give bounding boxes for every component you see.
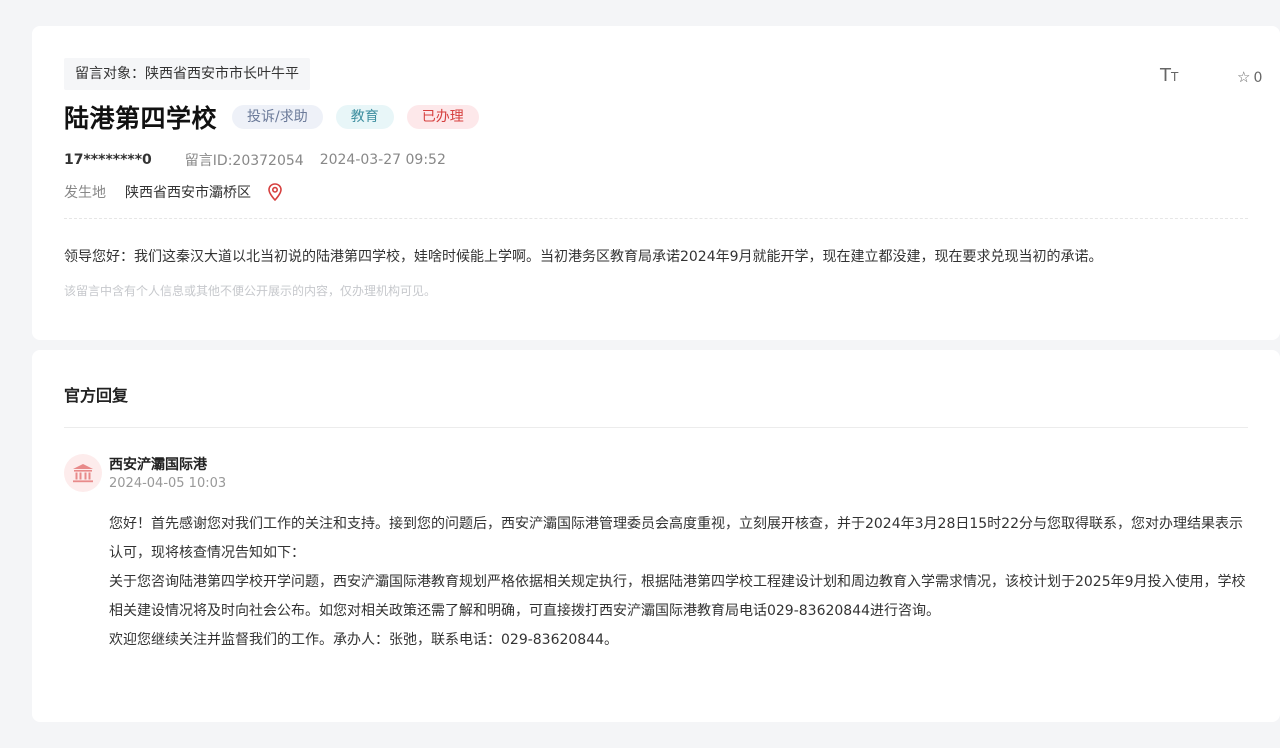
reply-org-name: 西安浐灞国际港 (109, 457, 207, 473)
reply-paragraph: 您好！首先感谢您对我们工作的关注和支持。接到您的问题后，西安浐灞国际港管理委员会… (109, 516, 1243, 561)
type-badge: 投诉/求助 (232, 105, 323, 129)
government-building-icon (73, 464, 93, 483)
font-size-icon[interactable]: TT (1160, 66, 1178, 87)
message-time: 2024-03-27 09:52 (319, 152, 446, 168)
avatar (64, 454, 102, 492)
message-id: 留言ID:20372054 (184, 153, 304, 169)
favorite-count: 0 (1253, 70, 1263, 86)
star-icon: ☆ (1237, 68, 1251, 86)
location-row: 发生地 陕西省西安市灞桥区 (64, 182, 283, 202)
privacy-notice: 该留言中含有个人信息或其他不便公开展示的内容，仅办理机构可见。 (64, 284, 437, 298)
reply-time: 2024-04-05 10:03 (109, 476, 227, 491)
toolbar: TT ☆ 0 (1080, 66, 1280, 90)
title-row: 陆港第四学校 投诉/求助 教育 已办理 (64, 100, 492, 134)
reply-paragraph: 欢迎您继续关注并监督我们的工作。承办人：张弛，联系电话：029-83620844… (109, 632, 619, 648)
meta-row: 17********0 留言ID:20372054 2024-03-27 09:… (64, 150, 446, 170)
divider (64, 427, 1248, 428)
reply-body: 您好！首先感谢您对我们工作的关注和支持。接到您的问题后，西安浐灞国际港管理委员会… (109, 510, 1249, 655)
message-card: 留言对象：陕西省西安市市长叶牛平 TT ☆ 0 陆港第四学校 投诉/求助 教育 已… (32, 26, 1280, 340)
reply-paragraph: 关于您咨询陆港第四学校开学问题，西安浐灞国际港教育规划严格依据相关规定执行，根据… (109, 574, 1246, 619)
status-badge: 已办理 (406, 105, 479, 129)
favorite-button[interactable]: ☆ 0 (1237, 67, 1262, 88)
message-target-tag: 留言对象：陕西省西安市市长叶牛平 (64, 58, 310, 90)
divider (64, 218, 1248, 219)
reply-card: 官方回复 西安浐灞国际港 2024-04-05 10:03 您好！首先感谢您对我… (32, 350, 1280, 722)
reply-section-title: 官方回复 (64, 386, 129, 405)
message-content: 领导您好：我们这秦汉大道以北当初说的陆港第四学校，娃啥时候能上学啊。当初港务区教… (64, 249, 1103, 265)
location-value: 陕西省西安市灞桥区 (125, 185, 251, 201)
author-name: 17********0 (64, 152, 152, 168)
location-label: 发生地 (64, 185, 106, 201)
location-pin-icon[interactable] (267, 183, 283, 201)
field-badge: 教育 (335, 105, 394, 129)
page-title: 陆港第四学校 (64, 104, 218, 133)
